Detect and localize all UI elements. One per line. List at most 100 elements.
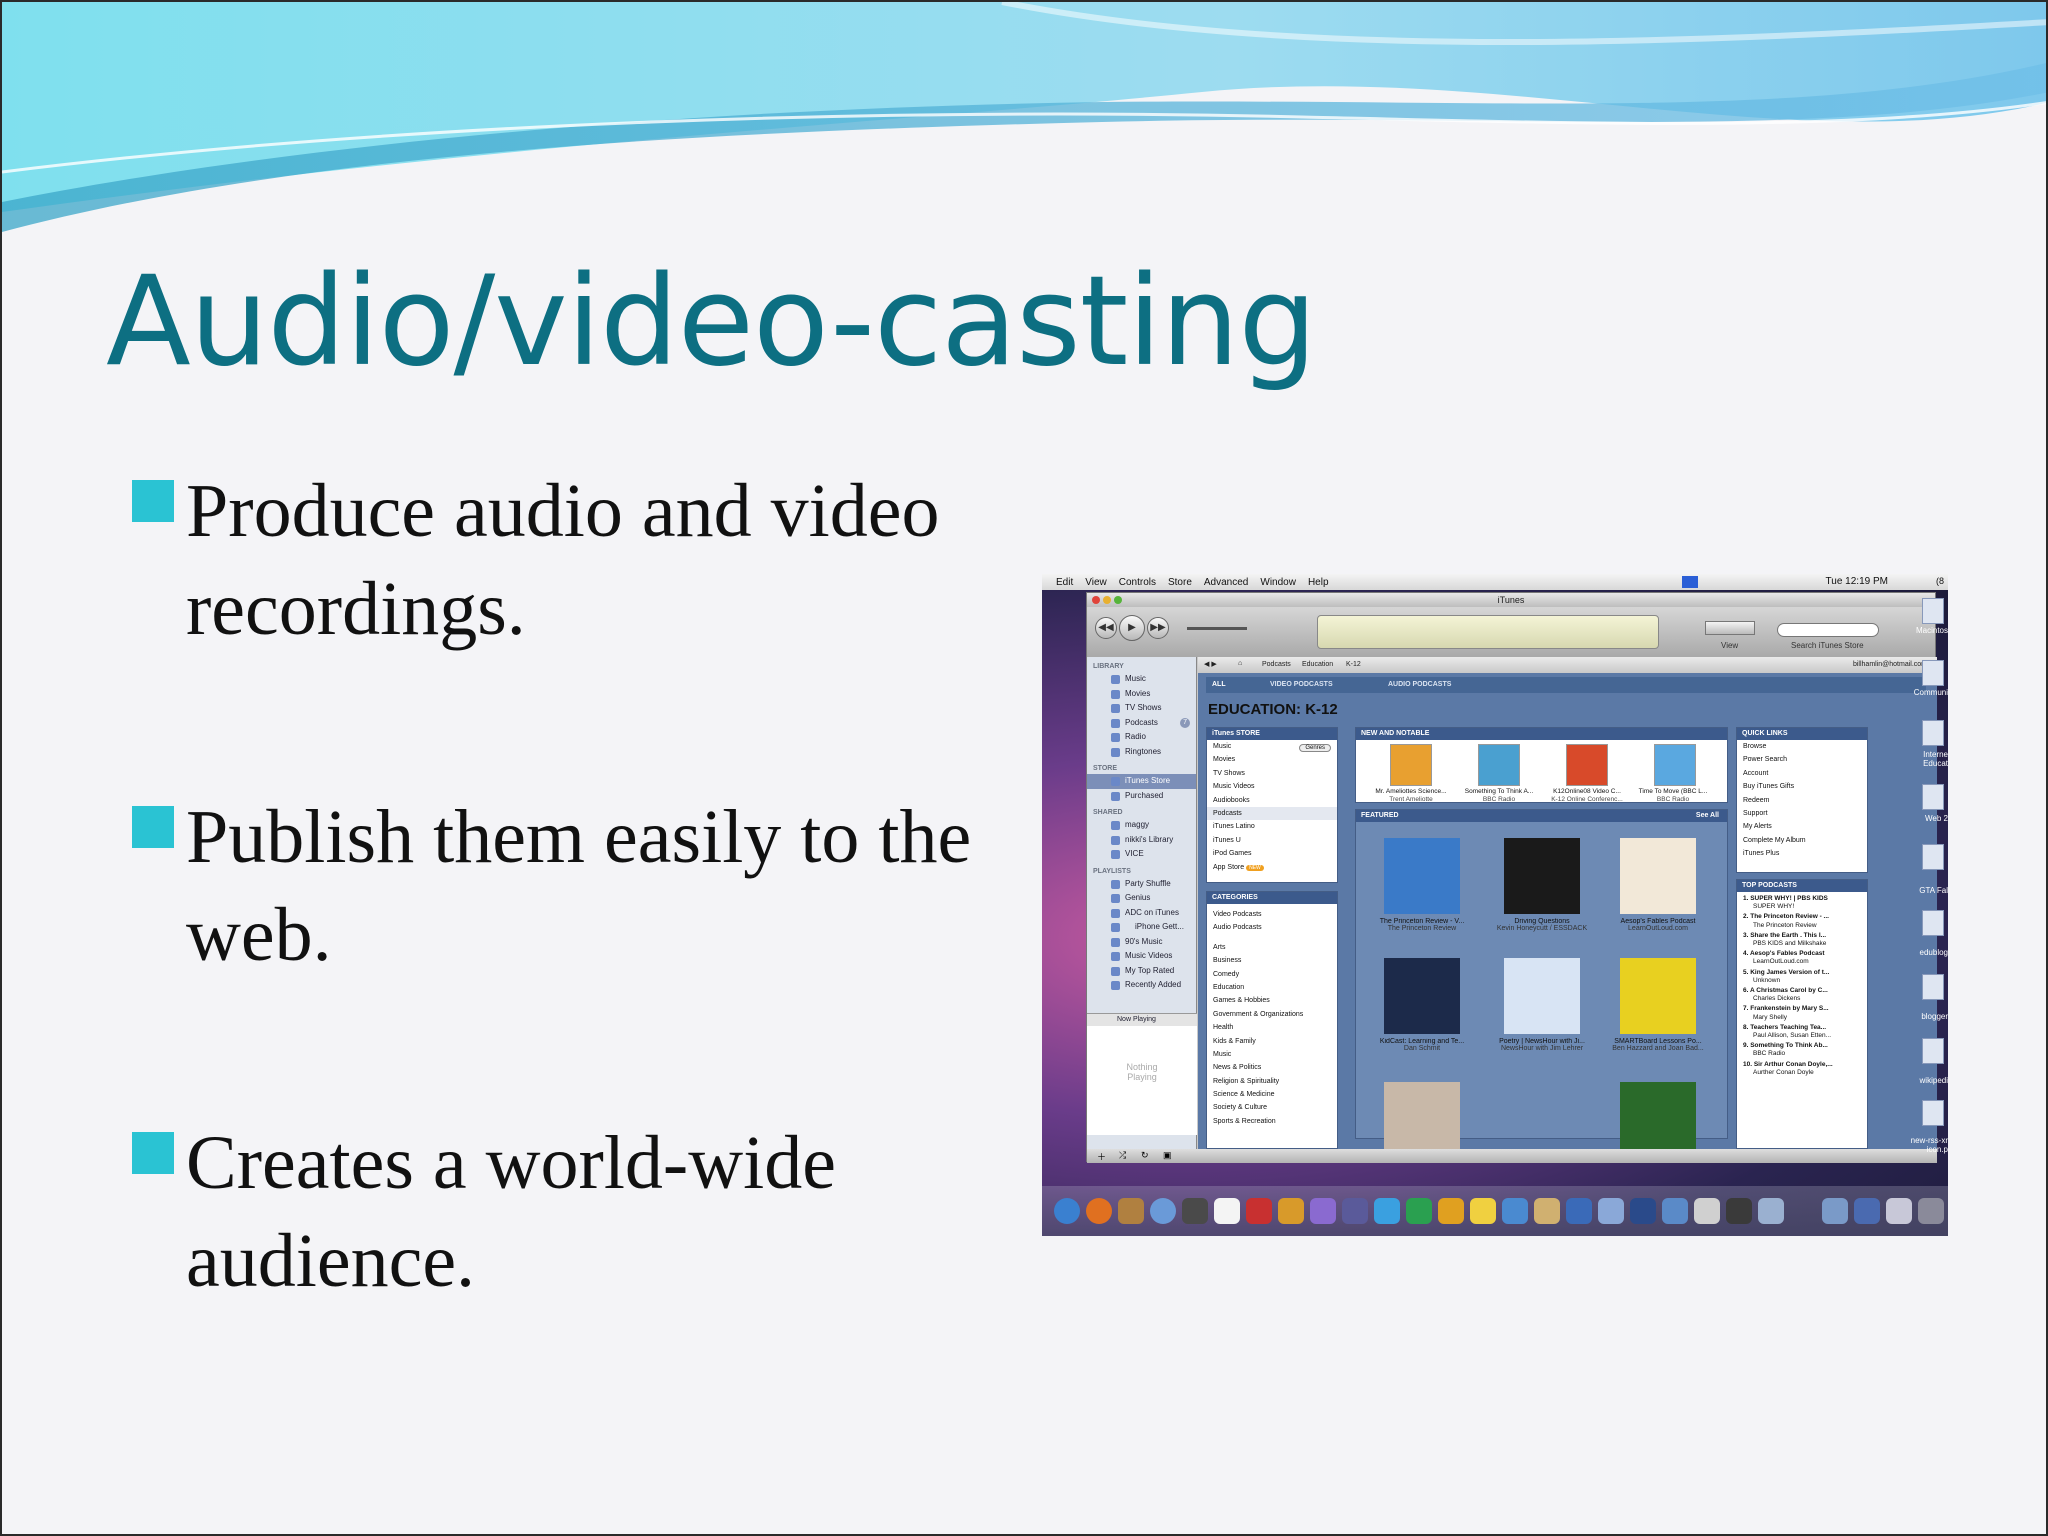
menu-help[interactable]: Help (1308, 577, 1329, 588)
quick-link[interactable]: Buy iTunes Gifts (1737, 780, 1867, 793)
top-podcast-title[interactable]: 10. Sir Arthur Conan Doyle,... (1743, 1061, 1867, 1069)
category-link[interactable]: Government & Organizations (1207, 1008, 1337, 1021)
breadcrumb-podcasts[interactable]: Podcasts (1262, 661, 1291, 668)
itunes-icon[interactable] (1150, 1198, 1176, 1224)
app-icon[interactable] (1694, 1198, 1720, 1224)
category-link[interactable]: Kids & Family (1207, 1035, 1337, 1048)
app-icon[interactable] (1310, 1198, 1336, 1224)
top-podcast-title[interactable]: 6. A Christmas Carol by C... (1743, 987, 1867, 995)
folder-icon[interactable] (1922, 660, 1944, 686)
folder-icon[interactable] (1854, 1198, 1880, 1224)
menu-store[interactable]: Store (1168, 577, 1192, 588)
account-button[interactable]: billhamlin@hotmail.com (1853, 661, 1927, 668)
quick-link[interactable]: Browse (1737, 740, 1867, 753)
app-icon[interactable] (1502, 1198, 1528, 1224)
app-icon[interactable] (1598, 1198, 1624, 1224)
sidebar-item-genius[interactable]: Genius (1087, 891, 1196, 906)
menubar-clock[interactable]: Tue 12:19 PM (1826, 576, 1888, 587)
podcast-caption[interactable]: SMARTBoard Lessons Po... Ben Hazzard and … (1599, 1038, 1717, 1052)
menu-advanced[interactable]: Advanced (1204, 577, 1248, 588)
file-icon[interactable] (1922, 1100, 1944, 1126)
category-link[interactable]: Audio Podcasts (1207, 921, 1337, 934)
repeat-icon[interactable]: ↻ (1141, 1150, 1149, 1161)
file-icon[interactable] (1922, 1038, 1944, 1064)
category-link[interactable]: Science & Medicine (1207, 1088, 1337, 1101)
photo-booth-icon[interactable] (1246, 1198, 1272, 1224)
sidebar-item-music-videos[interactable]: Music Videos (1087, 949, 1196, 964)
top-podcast-title[interactable]: 2. The Princeton Review - ... (1743, 913, 1867, 921)
genres-dropdown[interactable]: Genres (1299, 744, 1331, 752)
next-icon[interactable]: ▶▶ (1147, 617, 1169, 639)
store-link[interactable]: iPod Games (1207, 847, 1337, 860)
app-icon[interactable] (1566, 1198, 1592, 1224)
add-playlist-icon[interactable]: ＋ (1097, 1150, 1106, 1163)
podcast-artwork[interactable] (1504, 958, 1580, 1034)
podcast-caption[interactable]: KidCast: Learning and Te... Dan Schmit (1363, 1038, 1481, 1052)
close-icon[interactable] (1092, 596, 1100, 604)
top-podcast-title[interactable]: 8. Teachers Teaching Tea... (1743, 1024, 1867, 1032)
top-podcast-title[interactable]: 5. King James Version of t... (1743, 969, 1867, 977)
garageband-icon[interactable] (1118, 1198, 1144, 1224)
sidebar-item-itunes-store[interactable]: iTunes Store (1087, 774, 1196, 789)
category-link[interactable]: Society & Culture (1207, 1101, 1337, 1114)
podcast-artwork[interactable] (1566, 744, 1608, 786)
top-podcast-title[interactable]: 9. Something To Think Ab... (1743, 1042, 1867, 1050)
podcast-caption[interactable]: Aesop's Fables Podcast LearnOutLoud.com (1599, 918, 1717, 932)
podcast-artwork[interactable] (1654, 744, 1696, 786)
podcast-artwork[interactable] (1384, 838, 1460, 914)
store-link[interactable]: iTunes Latino (1207, 820, 1337, 833)
podcast-title[interactable]: Time To Move (BBC L... (1618, 788, 1727, 795)
store-link[interactable]: App Store NEW (1207, 861, 1337, 874)
quick-link[interactable]: Account (1737, 767, 1867, 780)
top-podcast-title[interactable]: 7. Frankenstein by Mary S... (1743, 1005, 1867, 1013)
quick-link[interactable]: iTunes Plus (1737, 847, 1867, 860)
app-icon[interactable] (1438, 1198, 1464, 1224)
back-forward-icon[interactable]: ◀ ▶ (1204, 660, 1217, 668)
category-link[interactable]: Business (1207, 954, 1337, 967)
podcast-artwork[interactable] (1478, 744, 1520, 786)
shuffle-icon[interactable]: ⤮ (1119, 1150, 1126, 1161)
sidebar-item-ringtones[interactable]: Ringtones (1087, 745, 1196, 760)
podcast-caption[interactable]: Poetry | NewsHour with Ji... NewsHour wit… (1483, 1038, 1601, 1052)
app-icon[interactable] (1342, 1198, 1368, 1224)
stickies-icon[interactable] (1470, 1198, 1496, 1224)
sidebar-item-maggy[interactable]: maggy (1087, 818, 1196, 833)
minimize-icon[interactable] (1103, 596, 1111, 604)
category-link[interactable]: Religion & Spirituality (1207, 1075, 1337, 1088)
view-buttons[interactable] (1705, 621, 1755, 635)
sidebar-item-radio[interactable]: Radio (1087, 730, 1196, 745)
category-link[interactable]: Music (1207, 1048, 1337, 1061)
ical-icon[interactable] (1214, 1198, 1240, 1224)
podcast-artwork[interactable] (1620, 958, 1696, 1034)
top-podcast-title[interactable]: 1. SUPER WHY! | PBS KIDS (1743, 895, 1867, 903)
folder-icon[interactable] (1922, 844, 1944, 870)
quick-link[interactable]: Power Search (1737, 753, 1867, 766)
firefox-icon[interactable] (1086, 1198, 1112, 1224)
battery-status[interactable]: (8 (1936, 576, 1944, 586)
app-icon[interactable] (1406, 1198, 1432, 1224)
tab-video-podcasts[interactable]: VIDEO PODCASTS (1270, 681, 1333, 688)
menu-view[interactable]: View (1085, 577, 1107, 588)
quick-link[interactable]: My Alerts (1737, 820, 1867, 833)
sidebar-item-music[interactable]: Music (1087, 672, 1196, 687)
podcast-artwork[interactable] (1384, 1082, 1460, 1149)
sidebar-item-purchased[interactable]: Purchased (1087, 789, 1196, 804)
podcast-artwork[interactable] (1390, 744, 1432, 786)
file-icon[interactable] (1922, 910, 1944, 936)
sidebar-item-podcasts[interactable]: Podcasts 7 (1087, 716, 1196, 731)
breadcrumb-education[interactable]: Education (1302, 661, 1333, 668)
store-link[interactable]: iTunes U (1207, 834, 1337, 847)
sidebar-item-party-shuffle[interactable]: Party Shuffle (1087, 877, 1196, 892)
category-link[interactable]: Education (1207, 981, 1337, 994)
app-icon[interactable] (1886, 1198, 1912, 1224)
quick-link[interactable]: Complete My Album (1737, 834, 1867, 847)
sidebar-item-nikkis-library[interactable]: nikki's Library (1087, 833, 1196, 848)
menu-controls[interactable]: Controls (1119, 577, 1156, 588)
folder-icon[interactable] (1922, 720, 1944, 746)
app-icon[interactable] (1662, 1198, 1688, 1224)
quick-link[interactable]: Support (1737, 807, 1867, 820)
sidebar-item-movies[interactable]: Movies (1087, 687, 1196, 702)
quick-link[interactable]: Redeem (1737, 794, 1867, 807)
store-link[interactable]: TV Shows (1207, 767, 1337, 780)
previous-icon[interactable]: ◀◀ (1095, 617, 1117, 639)
